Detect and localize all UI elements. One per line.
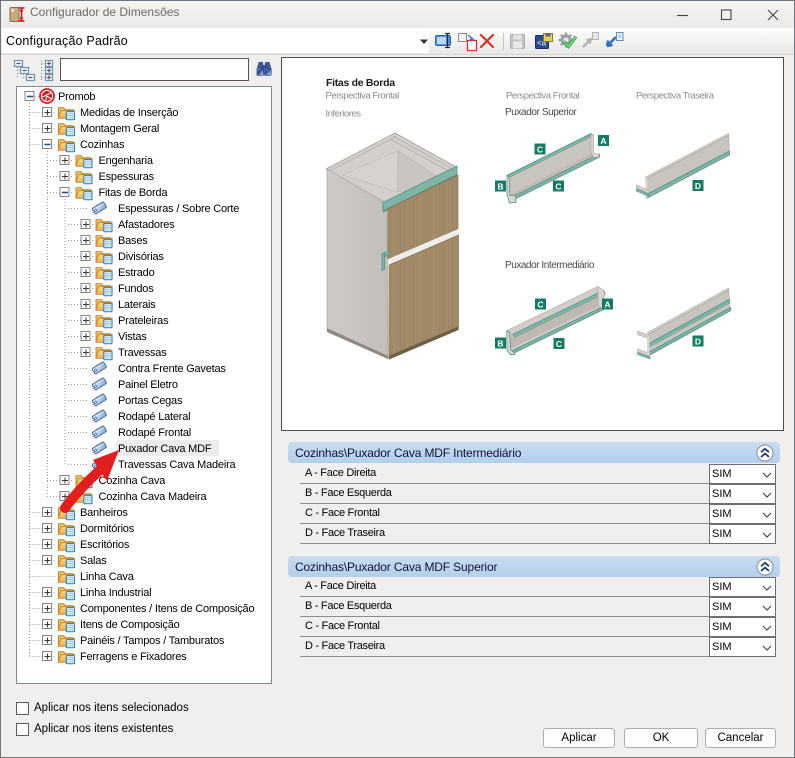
svg-text:Contra Frente Gavetas: Contra Frente Gavetas — [118, 363, 226, 375]
svg-text:D: D — [695, 181, 701, 191]
svg-text:Afastadores: Afastadores — [118, 219, 175, 231]
svg-text:Perspectiva Traseira: Perspectiva Traseira — [636, 91, 715, 102]
svg-text:C: C — [556, 339, 562, 349]
svg-text:B: B — [497, 181, 503, 191]
svg-text:C: C — [555, 181, 561, 191]
svg-text:Bases: Bases — [118, 235, 148, 247]
svg-text:Escritórios: Escritórios — [80, 539, 130, 551]
svg-text:C: C — [537, 144, 543, 154]
svg-text:A: A — [604, 299, 610, 309]
svg-text:C: C — [537, 299, 543, 309]
svg-text:Prateleiras: Prateleiras — [118, 315, 169, 327]
svg-text:Linha Industrial: Linha Industrial — [80, 587, 151, 599]
svg-text:Espessuras / Sobre Corte: Espessuras / Sobre Corte — [118, 203, 239, 215]
svg-text:Perspectiva Frontal: Perspectiva Frontal — [326, 91, 400, 102]
svg-text:Salas: Salas — [80, 555, 107, 567]
svg-text:Fundos: Fundos — [118, 283, 154, 295]
svg-text:Painéis / Tampos / Tamburatos: Painéis / Tampos / Tamburatos — [80, 635, 225, 647]
svg-text:Vistas: Vistas — [118, 331, 147, 343]
svg-text:Perspectiva Frontal: Perspectiva Frontal — [506, 91, 580, 102]
svg-text:Fitas de Borda: Fitas de Borda — [99, 187, 169, 199]
svg-text:Puxador Superior: Puxador Superior — [505, 107, 577, 118]
svg-text:Divisórias: Divisórias — [118, 251, 164, 263]
svg-text:Puxador Intermediário: Puxador Intermediário — [505, 260, 595, 271]
svg-text:Componentes / Itens de Composi: Componentes / Itens de Composição — [80, 603, 254, 615]
svg-text:Medidas de Inserção: Medidas de Inserção — [80, 107, 178, 119]
svg-text:Travessas: Travessas — [118, 347, 167, 359]
svg-text:Ferragens e Fixadores: Ferragens e Fixadores — [80, 651, 187, 663]
svg-text:Fitas de Borda: Fitas de Borda — [326, 77, 395, 89]
svg-text:D: D — [695, 336, 701, 346]
svg-text:Promob: Promob — [58, 91, 95, 103]
svg-text:Portas Cegas: Portas Cegas — [118, 395, 183, 407]
svg-text:Estrado: Estrado — [118, 267, 155, 279]
svg-text:Cozinhas: Cozinhas — [80, 139, 125, 151]
svg-text:Rodapé Lateral: Rodapé Lateral — [118, 411, 190, 423]
svg-text:Painel Eletro: Painel Eletro — [118, 379, 178, 391]
svg-text:Linha Cava: Linha Cava — [80, 571, 135, 583]
svg-text:Laterais: Laterais — [118, 299, 156, 311]
svg-text:Espessuras: Espessuras — [99, 171, 155, 183]
svg-text:Itens de Composição: Itens de Composição — [80, 619, 180, 631]
svg-text:A: A — [600, 136, 606, 146]
svg-text:Montagem Geral: Montagem Geral — [80, 123, 159, 135]
svg-text:Engenharia: Engenharia — [99, 155, 154, 167]
svg-text:Inferiores: Inferiores — [326, 109, 362, 120]
svg-text:B: B — [497, 338, 503, 348]
